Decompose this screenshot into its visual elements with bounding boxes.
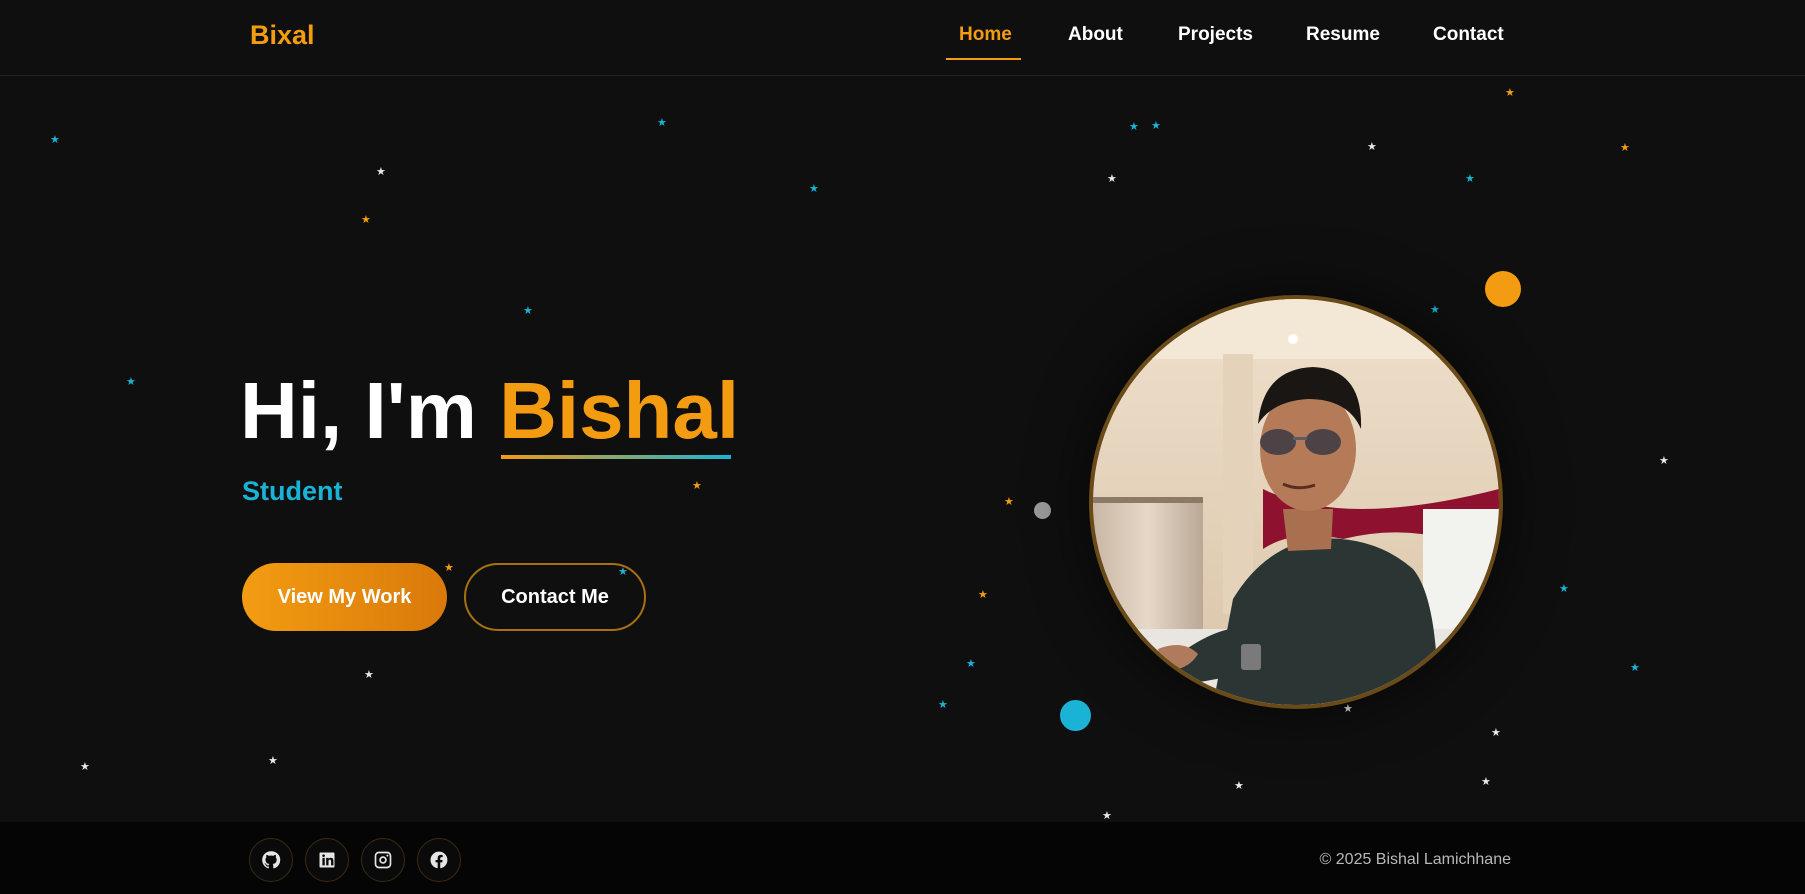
star-icon: ★: [444, 561, 454, 574]
site-header: Bixal Home About Projects Resume Contact: [0, 0, 1805, 76]
contact-me-button[interactable]: Contact Me: [464, 563, 646, 631]
star-icon: ★: [1430, 303, 1440, 316]
decorative-dot: [1060, 700, 1091, 731]
star-icon: ★: [1559, 582, 1569, 595]
facebook-icon: [430, 851, 448, 869]
linkedin-link[interactable]: [305, 838, 349, 882]
star-icon: ★: [657, 116, 667, 129]
star-icon: ★: [376, 165, 386, 178]
nav-projects[interactable]: Projects: [1178, 24, 1253, 46]
profile-photo: [1089, 295, 1503, 709]
star-icon: ★: [1151, 119, 1161, 132]
view-my-work-button[interactable]: View My Work: [242, 563, 447, 631]
hero-role: Student: [242, 476, 343, 506]
instagram-icon: [374, 851, 392, 869]
star-icon: ★: [1505, 86, 1515, 99]
star-icon: ★: [268, 754, 278, 767]
star-icon: ★: [361, 213, 371, 226]
star-icon: ★: [1465, 172, 1475, 185]
hero-title: Hi, I'm Bishal: [240, 365, 739, 457]
star-icon: ★: [1367, 140, 1377, 153]
star-icon: ★: [1620, 141, 1630, 154]
copyright-text: © 2025 Bishal Lamichhane: [1319, 851, 1511, 868]
star-icon: ★: [809, 182, 819, 195]
nav-home[interactable]: Home: [959, 24, 1012, 46]
nav-resume[interactable]: Resume: [1306, 24, 1380, 46]
hero-name-underline: [501, 455, 731, 459]
linkedin-icon: [319, 852, 335, 868]
star-icon: ★: [1004, 495, 1014, 508]
star-icon: ★: [938, 698, 948, 711]
hero-greeting: Hi, I'm: [240, 366, 500, 455]
nav-active-indicator: [946, 58, 1021, 60]
star-icon: ★: [978, 588, 988, 601]
facebook-link[interactable]: [417, 838, 461, 882]
decorative-dot: [1034, 502, 1051, 519]
star-icon: ★: [1107, 172, 1117, 185]
nav-about[interactable]: About: [1068, 24, 1123, 46]
site-logo[interactable]: Bixal: [250, 20, 315, 51]
star-icon: ★: [1481, 775, 1491, 788]
decorative-dot: [1485, 271, 1521, 307]
star-icon: ★: [126, 375, 136, 388]
star-icon: ★: [966, 657, 976, 670]
star-icon: ★: [80, 760, 90, 773]
nav-contact[interactable]: Contact: [1433, 24, 1504, 46]
star-icon: ★: [364, 668, 374, 681]
star-icon: ★: [1659, 454, 1669, 467]
star-icon: ★: [1234, 779, 1244, 792]
github-link[interactable]: [249, 838, 293, 882]
star-icon: ★: [1129, 120, 1139, 133]
profile-illustration: [1093, 299, 1499, 705]
star-icon: ★: [1102, 809, 1112, 822]
star-icon: ★: [1343, 702, 1353, 715]
star-icon: ★: [1630, 661, 1640, 674]
star-icon: ★: [1491, 726, 1501, 739]
star-icon: ★: [50, 133, 60, 146]
star-icon: ★: [523, 304, 533, 317]
github-icon: [262, 851, 281, 869]
star-icon: ★: [692, 479, 702, 492]
instagram-link[interactable]: [361, 838, 405, 882]
hero-name: Bishal: [499, 366, 740, 455]
